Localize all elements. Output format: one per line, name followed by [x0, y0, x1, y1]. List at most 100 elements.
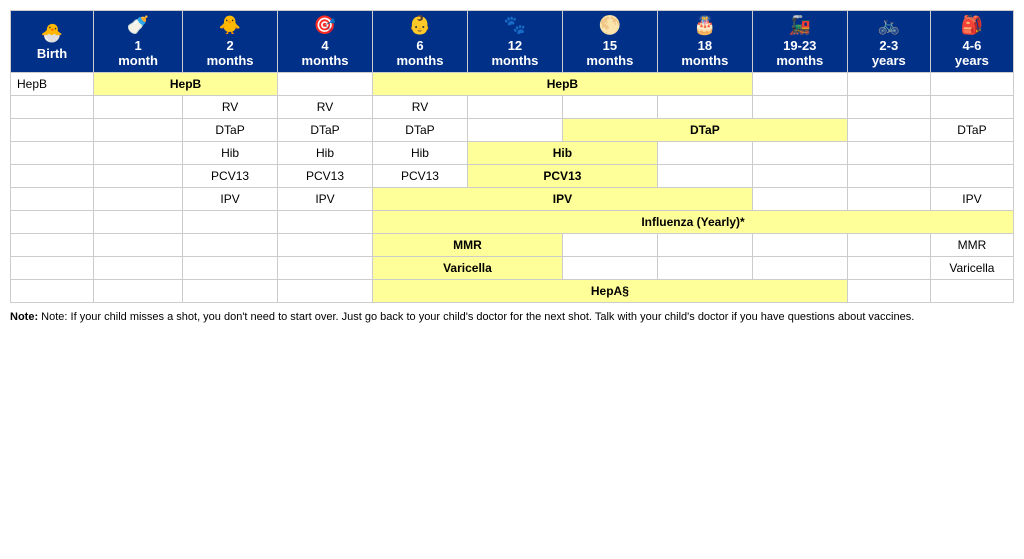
varicella-6m-12m: Varicella — [373, 257, 563, 280]
18months-icon: 🎂 — [661, 15, 749, 36]
pcv13-12m-15m: PCV13 — [467, 165, 657, 188]
mmr-label — [11, 234, 94, 257]
varicella-19-23m — [752, 257, 847, 280]
rv-19-23m — [752, 96, 847, 119]
6months-icon: 👶 — [376, 15, 464, 36]
hib-18m — [657, 142, 752, 165]
birth-icon: 🐣 — [14, 23, 90, 44]
varicella-18m — [657, 257, 752, 280]
varicella-15m — [562, 257, 657, 280]
dtap-label — [11, 119, 94, 142]
hepa-4-6y — [930, 280, 1013, 303]
mmr-15m — [562, 234, 657, 257]
varicella-4m — [278, 257, 373, 280]
hepb-label: HepB — [11, 73, 94, 96]
ipv-2-3y — [847, 188, 930, 211]
hib-4m: Hib — [278, 142, 373, 165]
varicella-2m — [183, 257, 278, 280]
dtap-2-3y — [847, 119, 930, 142]
header-4-6years: 🎒 4-6years — [930, 11, 1013, 73]
pcv13-4-6y — [930, 165, 1013, 188]
ipv-4m: IPV — [278, 188, 373, 211]
4months-icon: 🎯 — [281, 15, 369, 36]
influenza-4m — [278, 211, 373, 234]
varicella-2-3y — [847, 257, 930, 280]
hepa-4m — [278, 280, 373, 303]
pcv13-2m: PCV13 — [183, 165, 278, 188]
hepa-label — [11, 280, 94, 303]
influenza-1m — [94, 211, 183, 234]
4-6years-icon: 🎒 — [934, 15, 1010, 36]
1month-icon: 🍼 — [97, 15, 179, 36]
2months-icon: 🐥 — [186, 15, 274, 36]
pcv13-4m: PCV13 — [278, 165, 373, 188]
rv-4m: RV — [278, 96, 373, 119]
varicella-label — [11, 257, 94, 280]
vaccine-schedule-table: 🐣 Birth 🍼 1month 🐥 2months 🎯 4months 👶 — [10, 10, 1014, 303]
dtap-12m — [467, 119, 562, 142]
hepb-19-23m — [752, 73, 847, 96]
dtap-row: DTaP DTaP DTaP DTaP DTaP — [11, 119, 1014, 142]
rv-6m: RV — [373, 96, 468, 119]
mmr-6m-12m: MMR — [373, 234, 563, 257]
influenza-row: Influenza (Yearly)* — [11, 211, 1014, 234]
varicella-4-6y: Varicella — [930, 257, 1013, 280]
hepb-6m-18m: HepB — [373, 73, 753, 96]
pcv13-1m — [94, 165, 183, 188]
pcv13-label — [11, 165, 94, 188]
hepb-4-6y — [930, 73, 1013, 96]
influenza-2m — [183, 211, 278, 234]
mmr-row: MMR MMR — [11, 234, 1014, 257]
dtap-4m: DTaP — [278, 119, 373, 142]
mmr-4-6y: MMR — [930, 234, 1013, 257]
rv-4-6y — [930, 96, 1013, 119]
19-23months-icon: 🚂 — [756, 15, 844, 36]
rv-2-3y — [847, 96, 930, 119]
mmr-19-23m — [752, 234, 847, 257]
hib-1m — [94, 142, 183, 165]
mmr-2-3y — [847, 234, 930, 257]
header-12months: 🐾 12months — [467, 11, 562, 73]
header-2months: 🐥 2months — [183, 11, 278, 73]
header-birth: 🐣 Birth — [11, 11, 94, 73]
pcv13-2-3y — [847, 165, 930, 188]
pcv13-6m: PCV13 — [373, 165, 468, 188]
mmr-18m — [657, 234, 752, 257]
hepa-1m — [94, 280, 183, 303]
hib-2-3y — [847, 142, 930, 165]
hepb-4m — [278, 73, 373, 96]
varicella-1m — [94, 257, 183, 280]
rv-18m — [657, 96, 752, 119]
mmr-1m — [94, 234, 183, 257]
rv-15m — [562, 96, 657, 119]
rv-label — [11, 96, 94, 119]
12months-icon: 🐾 — [471, 15, 559, 36]
hib-12m-15m: Hib — [467, 142, 657, 165]
dtap-4-6y: DTaP — [930, 119, 1013, 142]
hib-2m: Hib — [183, 142, 278, 165]
dtap-15m-18m: DTaP — [562, 119, 847, 142]
15months-icon: 🌕 — [566, 15, 654, 36]
note-label: Note: — [10, 311, 38, 323]
2-3years-icon: 🚲 — [851, 15, 927, 36]
hepa-row: HepA§ — [11, 280, 1014, 303]
hepb-2-3y — [847, 73, 930, 96]
ipv-19-23m — [752, 188, 847, 211]
ipv-6m-18m: IPV — [373, 188, 753, 211]
dtap-6m: DTaP — [373, 119, 468, 142]
hib-label — [11, 142, 94, 165]
pcv13-19-23m — [752, 165, 847, 188]
hib-row: Hib Hib Hib Hib — [11, 142, 1014, 165]
ipv-row: IPV IPV IPV IPV — [11, 188, 1014, 211]
header-4months: 🎯 4months — [278, 11, 373, 73]
hepb-row: HepB HepB HepB — [11, 73, 1014, 96]
rv-1m — [94, 96, 183, 119]
hepb-1m-2m: HepB — [94, 73, 278, 96]
mmr-2m — [183, 234, 278, 257]
ipv-label — [11, 188, 94, 211]
ipv-1m — [94, 188, 183, 211]
influenza-label — [11, 211, 94, 234]
header-19-23months: 🚂 19-23months — [752, 11, 847, 73]
note-text: Note: If your child misses a shot, you d… — [41, 311, 914, 323]
ipv-4-6y: IPV — [930, 188, 1013, 211]
